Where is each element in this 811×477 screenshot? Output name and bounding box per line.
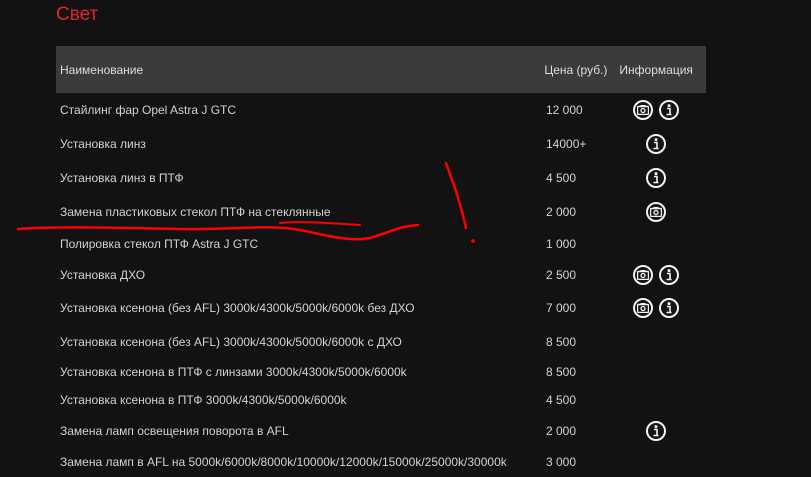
table-row: Замена ламп в AFL на 5000k/6000k/8000k/1…: [56, 447, 706, 477]
service-price: 2 000: [546, 423, 577, 438]
service-info: [606, 168, 706, 188]
service-name: Установка ДХО: [60, 268, 146, 282]
table-row: Полировка стекол ПТФ Astra J GTC 1 000: [56, 229, 706, 259]
service-info: [606, 100, 706, 120]
table-header: Наименование Цена (руб.) Информация: [56, 46, 706, 93]
table-row: Установка ксенона (без AFL) 3000k/4300k/…: [56, 325, 706, 358]
service-name: Установка линз в ПТФ: [60, 171, 184, 185]
table-row: Установка линз 14000+: [56, 127, 706, 161]
table-row: Замена ламп освещения поворота в AFL 2 00…: [56, 414, 706, 447]
price-table: Наименование Цена (руб.) Информация Стай…: [56, 46, 706, 477]
service-name: Замена пластиковых стекол ПТФ на стеклян…: [60, 205, 331, 219]
table-row: Установка ксенона (без AFL) 3000k/4300k/…: [56, 291, 706, 325]
service-name: Установка ксенона в ПТФ с линзами 3000k/…: [60, 365, 407, 379]
table-row: Установка ДХО 2 500: [56, 259, 706, 291]
service-info: [606, 202, 706, 222]
service-price: 4 500: [546, 171, 577, 185]
service-name: Замена ламп освещения поворота в AFL: [60, 423, 289, 438]
service-name: Установка ксенона (без AFL) 3000k/4300k/…: [60, 334, 402, 349]
table-row: Установка ксенона в ПТФ с линзами 3000k/…: [56, 358, 706, 386]
service-name: Установка линз: [60, 137, 146, 151]
service-info: [606, 134, 706, 154]
info-icon[interactable]: [646, 168, 666, 188]
info-icon[interactable]: [659, 265, 679, 285]
service-price: 2 000: [546, 205, 577, 219]
service-info: [606, 298, 706, 318]
table-row: Стайлинг фар Opel Astra J GTC 12 000: [56, 93, 706, 127]
service-price: 12 000: [546, 103, 583, 117]
camera-icon[interactable]: [646, 202, 666, 222]
service-price: 14000+: [546, 137, 587, 151]
table-body: Стайлинг фар Opel Astra J GTC 12 000 Устан…: [56, 93, 706, 477]
service-price: 1 000: [546, 237, 577, 251]
service-price: 7 000: [546, 301, 577, 315]
camera-icon[interactable]: [633, 265, 653, 285]
section-title: Свет: [56, 4, 99, 25]
service-price: 8 500: [546, 365, 577, 379]
service-name: Установка ксенона (без AFL) 3000k/4300k/…: [60, 301, 415, 315]
service-price: 2 500: [546, 268, 577, 282]
service-info: [606, 265, 706, 285]
header-price: Цена (руб.): [544, 62, 608, 77]
header-info: Информация: [619, 62, 693, 77]
info-icon[interactable]: [646, 420, 666, 441]
info-icon[interactable]: [659, 298, 679, 318]
table-row: Установка ксенона в ПТФ 3000k/4300k/5000…: [56, 386, 706, 414]
service-price: 3 000: [546, 455, 577, 469]
service-price: 4 500: [546, 393, 577, 407]
table-row: Установка линз в ПТФ 4 500: [56, 161, 706, 195]
service-name: Установка ксенона в ПТФ 3000k/4300k/5000…: [60, 393, 347, 407]
info-icon[interactable]: [659, 100, 679, 120]
camera-icon[interactable]: [633, 100, 653, 120]
service-name: Полировка стекол ПТФ Astra J GTC: [60, 237, 259, 251]
service-name: Замена ламп в AFL на 5000k/6000k/8000k/1…: [60, 455, 507, 469]
table-row: Замена пластиковых стекол ПТФ на стеклян…: [56, 195, 706, 229]
service-name: Стайлинг фар Opel Astra J GTC: [60, 103, 237, 117]
service-price: 8 500: [546, 334, 577, 349]
info-icon[interactable]: [646, 134, 666, 154]
service-info: [606, 420, 706, 441]
header-name: Наименование: [60, 62, 144, 77]
camera-icon[interactable]: [633, 298, 653, 318]
